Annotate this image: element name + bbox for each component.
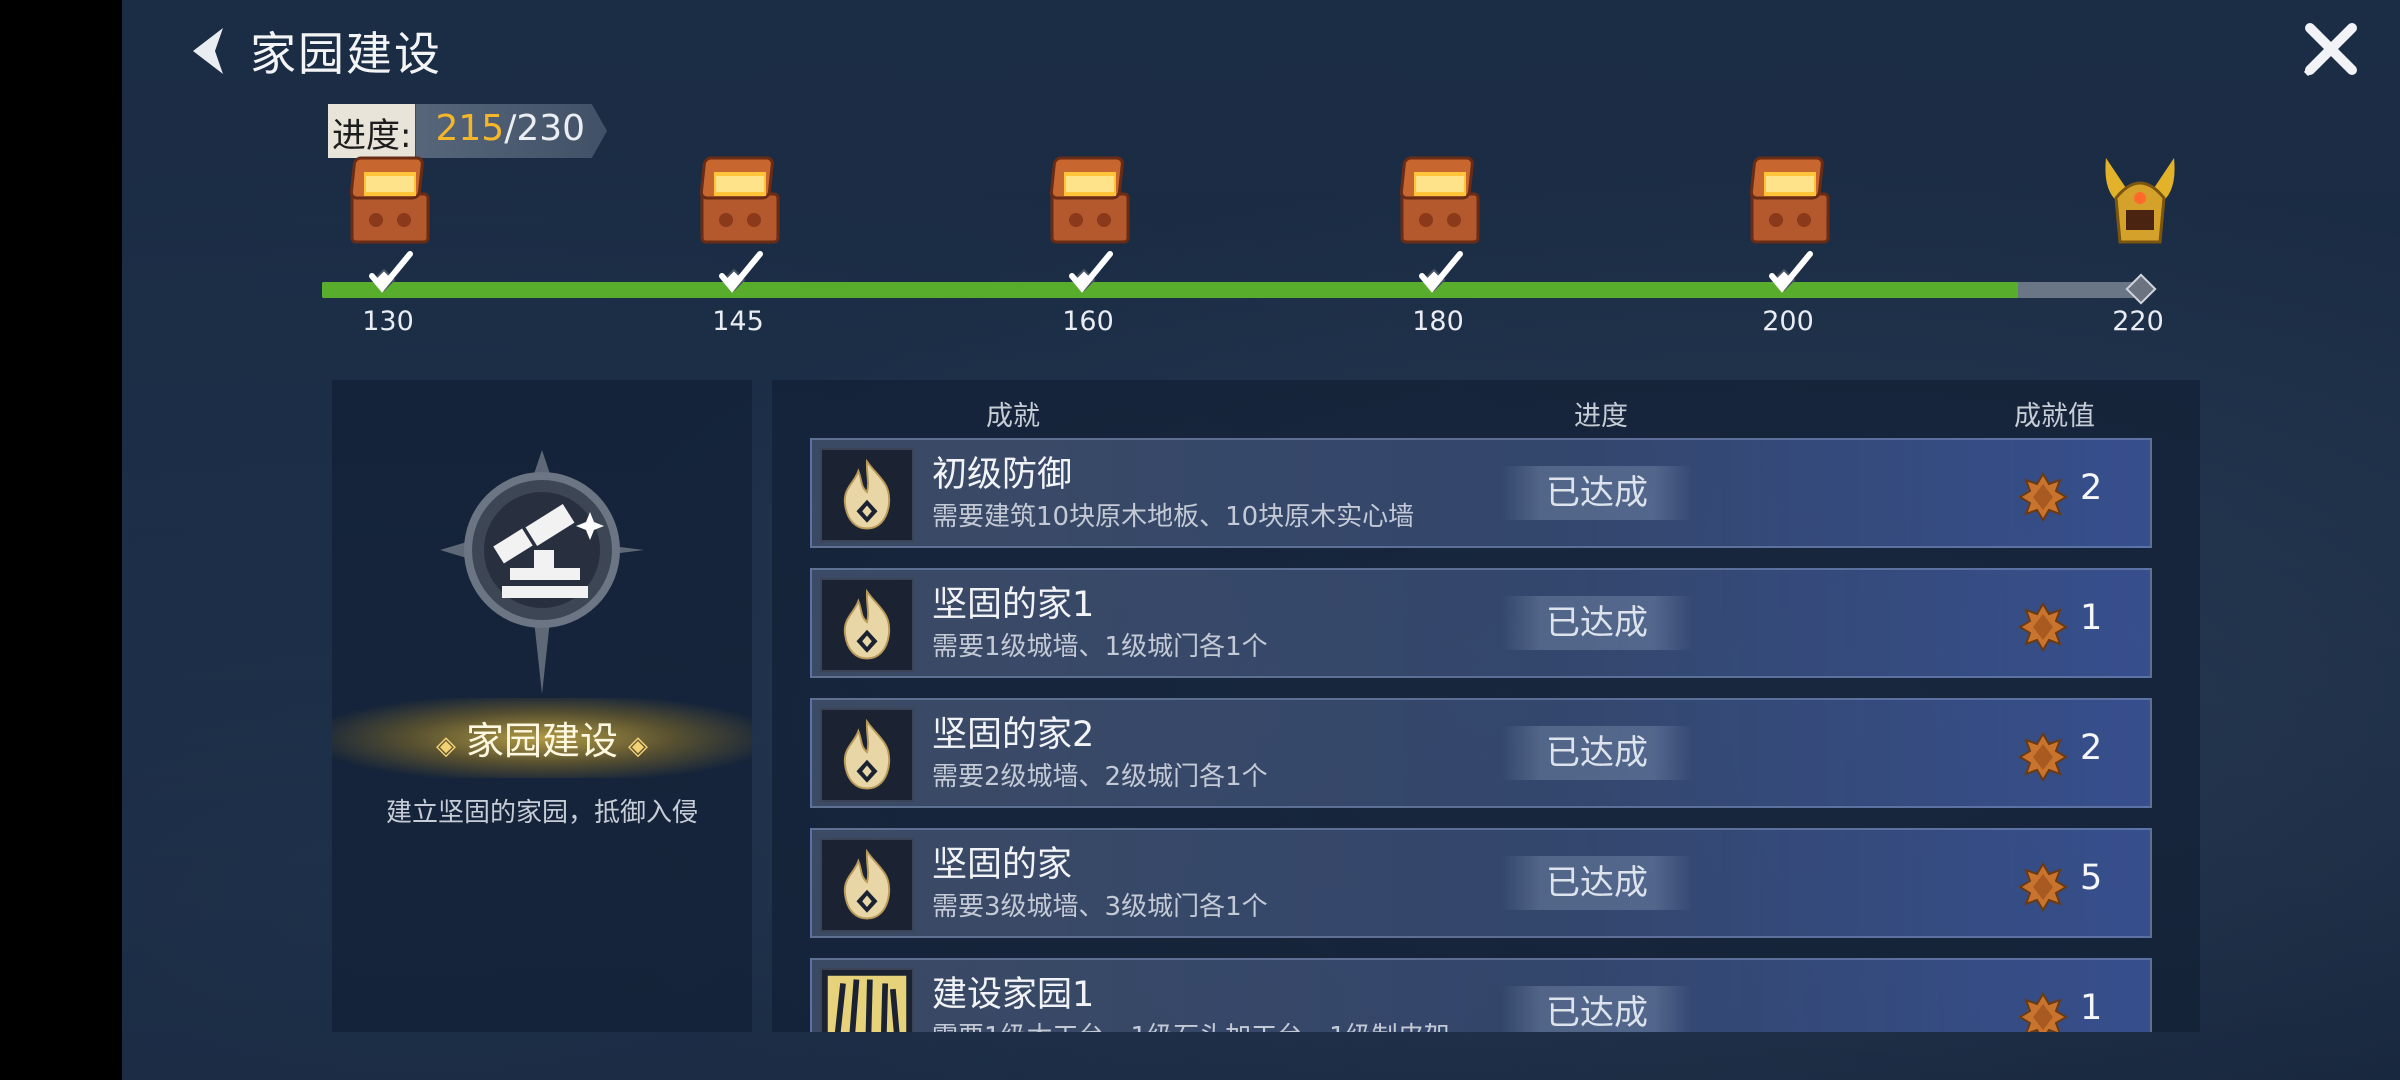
achievement-title: 坚固的家	[932, 845, 1073, 885]
achievement-screen: 家园建设 进度: 215/230 130145160180200220	[122, 0, 2400, 1080]
milestone-label: 220	[2112, 306, 2164, 337]
achievement-status: 已达成	[1502, 856, 1692, 910]
progress-current: 215	[435, 108, 505, 149]
progress-separator: /	[504, 108, 517, 149]
achievement-row[interactable]: 坚固的家需要3级城墙、3级城门各1个 已达成 5	[810, 828, 2152, 938]
chest-icon[interactable]	[1746, 148, 1834, 248]
achievement-row[interactable]: 坚固的家2 需要2级城墙、2级城门各1个 已达成 2	[810, 698, 2152, 808]
back-arrow-icon	[193, 28, 223, 74]
milestone-label: 180	[1412, 306, 1464, 337]
page-title: 家园建设	[250, 27, 442, 81]
achievement-status: 已达成	[1502, 596, 1692, 650]
chest-icon[interactable]	[1396, 148, 1484, 248]
back-button[interactable]	[182, 21, 232, 81]
category-name: 家园建设	[465, 719, 618, 763]
horned-helmet-icon[interactable]	[2096, 148, 2184, 248]
checkmark-icon	[1410, 248, 1466, 298]
achievement-points: 1	[2080, 988, 2103, 1028]
column-header-progress: 进度	[1574, 401, 1628, 432]
achievement-title: 坚固的家2	[932, 715, 1095, 755]
achievement-title: 初级防御	[932, 455, 1073, 495]
close-icon	[2303, 23, 2357, 77]
achievement-description: 需要1级木工台，1级石头加工台，1级制皮架	[932, 1016, 1450, 1032]
close-button[interactable]	[2300, 20, 2360, 80]
chest-icon[interactable]	[346, 148, 434, 248]
category-title: ◈ 家园建设 ◈	[332, 710, 752, 765]
achievement-point-badge-icon	[2018, 732, 2068, 782]
achievement-description: 需要建筑10块原木地板、10块原木实心墙	[932, 502, 1415, 532]
achievement-description: 需要2级城墙、2级城门各1个	[932, 762, 1268, 792]
achievement-title: 建设家园1	[932, 975, 1095, 1015]
achievement-row[interactable]: 建设家园1需要1级木工台，1级石头加工台，1级制皮架 已达成 1	[810, 958, 2152, 1032]
column-header-points: 成就值	[2014, 401, 2095, 432]
checkmark-icon	[1760, 248, 1816, 298]
construction-emblem-icon	[440, 450, 644, 694]
progress-total: 230	[516, 108, 586, 149]
checkmark-icon	[710, 248, 766, 298]
milestone-label: 200	[1762, 306, 1814, 337]
checkmark-icon	[1060, 248, 1116, 298]
chest-icon[interactable]	[1046, 148, 1134, 248]
achievement-description: 需要3级城墙、3级城门各1个	[932, 892, 1268, 922]
column-header-achievement: 成就	[986, 401, 1040, 432]
achievement-status: 已达成	[1502, 986, 1692, 1032]
milestone-label: 130	[362, 306, 414, 337]
achievement-points: 2	[2080, 728, 2103, 768]
category-panel: ◈ 家园建设 ◈ 建立坚固的家园，抵御入侵	[332, 380, 752, 1032]
progress-value: 215/230	[415, 104, 608, 158]
achievement-row[interactable]: 坚固的家1 需要1级城墙、1级城门各1个 已达成 1	[810, 568, 2152, 678]
flame-icon	[820, 448, 914, 542]
achievement-points: 2	[2080, 468, 2103, 508]
achievement-row[interactable]: 初级防御需要建筑10块原木地板、10块原木实心墙 已达成 2	[810, 438, 2152, 548]
flame-icon	[820, 708, 914, 802]
category-description: 建立坚固的家园，抵御入侵	[385, 798, 698, 828]
milestone-progress-bar	[322, 282, 2136, 298]
achievement-point-badge-icon	[2018, 602, 2068, 652]
achievement-point-badge-icon	[2018, 992, 2068, 1032]
flame-icon	[820, 838, 914, 932]
achievement-points: 5	[2080, 858, 2103, 898]
achievement-points: 1	[2080, 598, 2103, 638]
header: 家园建设	[182, 18, 442, 84]
track-end-marker	[2125, 273, 2157, 305]
achievement-title: 坚固的家1	[932, 585, 1095, 625]
milestone-label: 145	[712, 306, 764, 337]
chest-icon[interactable]	[696, 148, 784, 248]
diamond-icon: ◈	[628, 731, 648, 761]
diamond-icon: ◈	[435, 731, 456, 761]
achievement-description: 需要1级城墙、1级城门各1个	[932, 632, 1268, 662]
achievement-list[interactable]: 初级防御 需要建筑10块原木地板、10块原木实心墙 已达成 2 坚固的家1 需要1级城墙、…	[810, 438, 2152, 1032]
milestone-label: 160	[1062, 306, 1114, 337]
achievement-status: 已达成	[1502, 726, 1692, 780]
achievement-point-badge-icon	[2018, 862, 2068, 912]
achievement-list-panel: 成就 进度 成就值 初级防御 需要建筑10块原木地板、10块原木实心墙 已达成 2 坚固…	[772, 380, 2200, 1032]
claw-icon	[820, 968, 914, 1032]
achievement-status: 已达成	[1502, 466, 1692, 520]
checkmark-icon	[360, 248, 416, 298]
flame-icon	[820, 578, 914, 672]
achievement-point-badge-icon	[2018, 472, 2068, 522]
